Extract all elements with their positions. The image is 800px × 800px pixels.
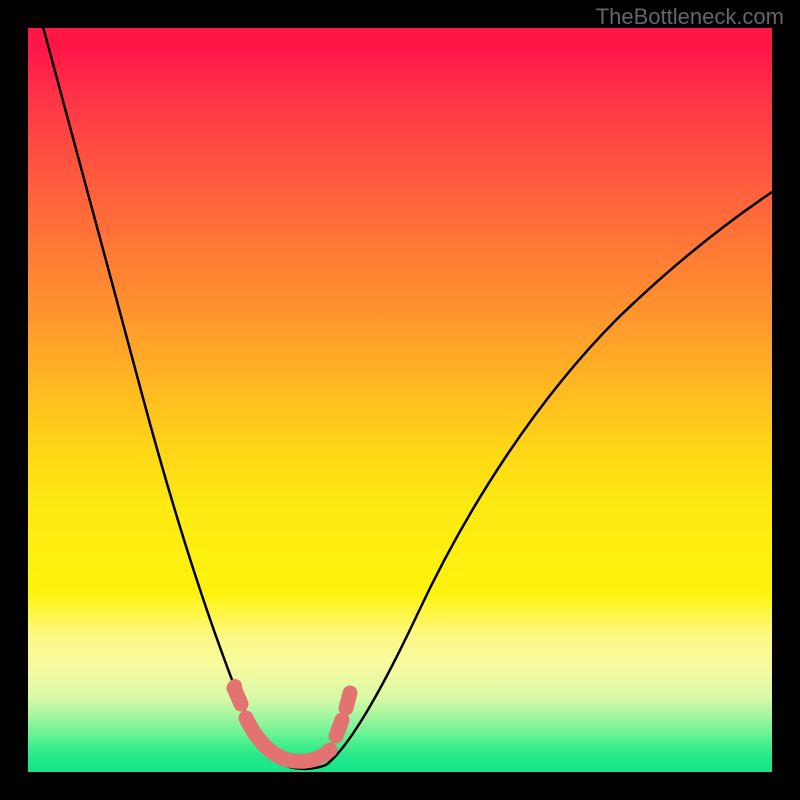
watermark-text: TheBottleneck.com xyxy=(596,4,784,30)
main-curve-left xyxy=(42,28,286,766)
valley-highlight xyxy=(234,688,350,761)
main-curve-right xyxy=(326,188,772,765)
chart-container xyxy=(28,28,772,772)
chart-svg xyxy=(28,28,772,772)
